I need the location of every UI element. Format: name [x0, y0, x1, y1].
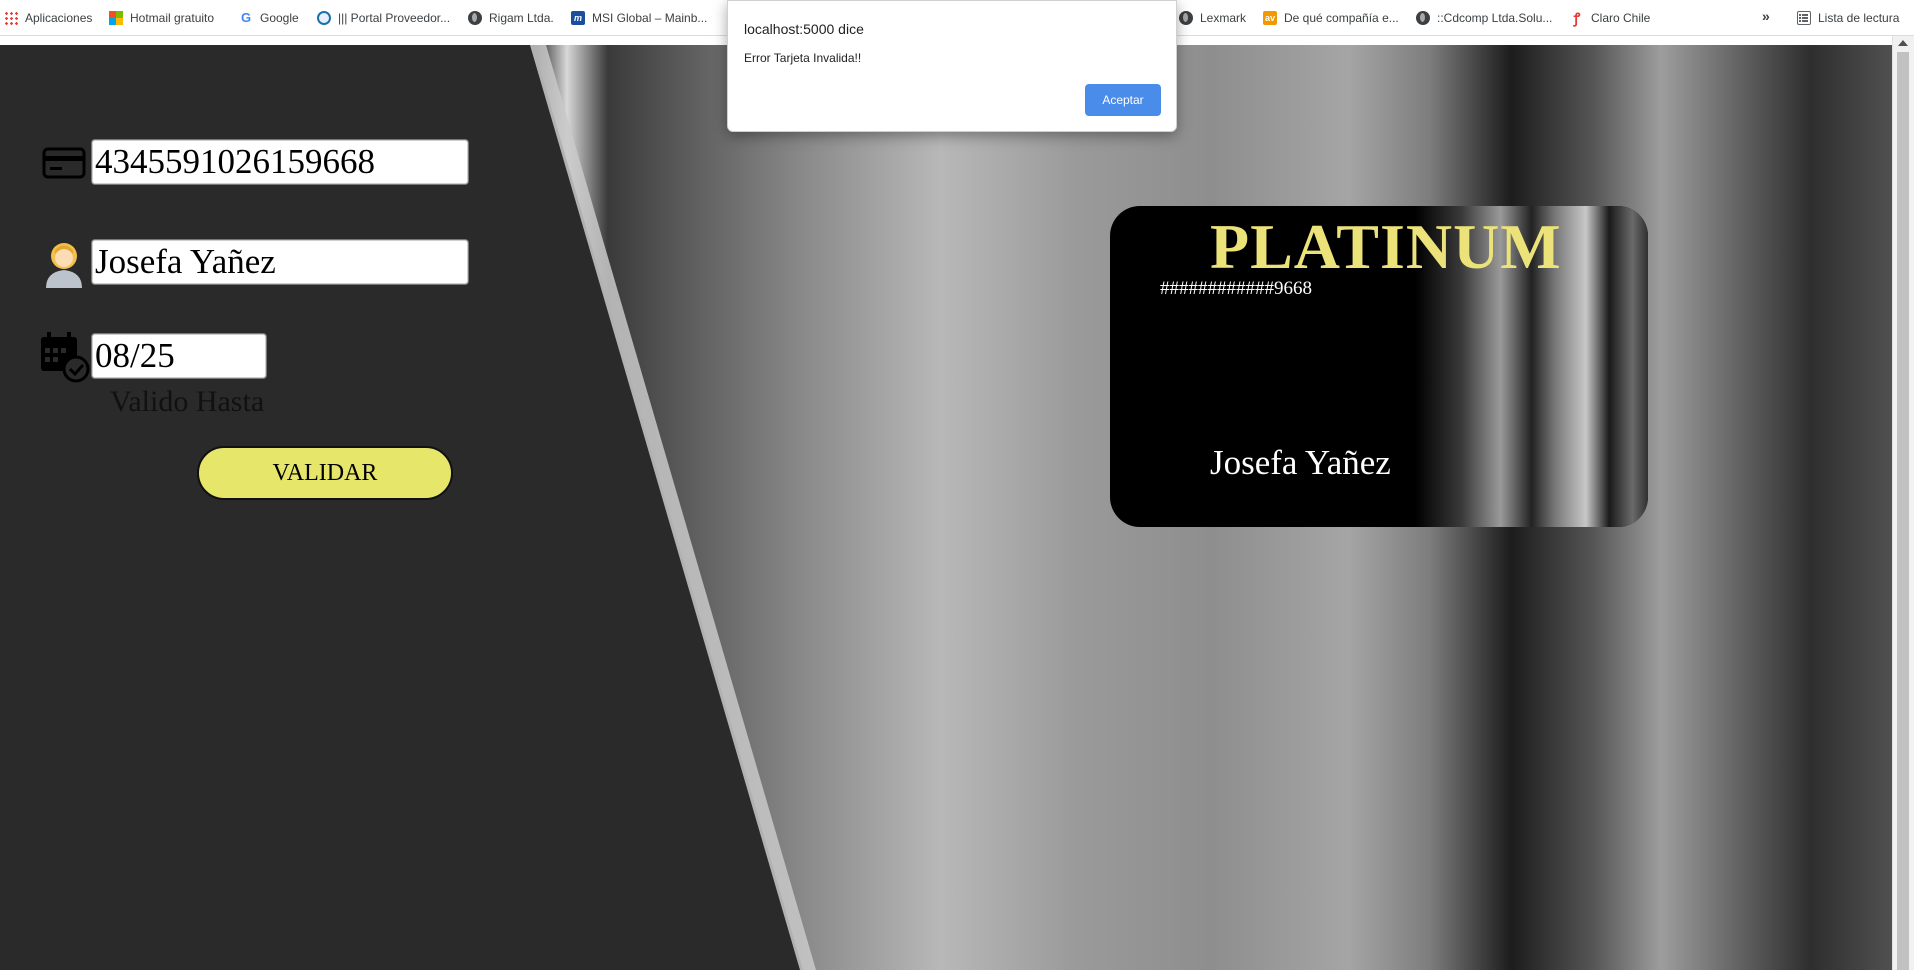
card-holder-name: Josefa Yañez — [1210, 443, 1391, 482]
bookmark-label: ::Cdcomp Ltda.Solu... — [1437, 11, 1553, 25]
bookmark-rigam[interactable]: Rigam Ltda. — [468, 9, 554, 27]
apps-grid-icon — [4, 11, 18, 25]
dialog-accept-button[interactable]: Aceptar — [1085, 84, 1161, 116]
card-preview: PLATINUM ############9668 Josefa Yañez — [1110, 206, 1648, 527]
validate-button[interactable]: VALIDAR — [197, 446, 453, 500]
dialog-message: Error Tarjeta Invalida!! — [744, 51, 862, 65]
bookmark-label: Hotmail gratuito — [130, 11, 215, 25]
globe-icon — [1416, 11, 1430, 25]
claro-icon: ꝭ — [1573, 10, 1581, 26]
google-icon: G — [240, 10, 252, 25]
bookmark-label: Google — [260, 11, 299, 25]
bookmark-de-que-compania[interactable]: av De qué compañía e... — [1263, 9, 1399, 27]
bookmarks-overflow-button[interactable]: » — [1762, 8, 1770, 24]
bookmark-label: Aplicaciones — [25, 11, 93, 25]
microsoft-icon — [109, 11, 123, 25]
dialog-title: localhost:5000 dice — [744, 21, 864, 37]
scrollbar-thumb[interactable] — [1897, 52, 1909, 970]
scroll-up-arrow-icon[interactable] — [1898, 40, 1908, 46]
expiry-date-input[interactable]: 08/25 — [91, 333, 267, 379]
bookmark-claro-chile[interactable]: ꝭ Claro Chile — [1570, 9, 1651, 27]
user-avatar-icon — [46, 243, 82, 288]
bookmark-label: Lexmark — [1200, 11, 1247, 25]
reading-list-button[interactable]: Lista de lectura — [1797, 9, 1899, 27]
bookmark-msi-global[interactable]: m MSI Global – Mainb... — [571, 9, 707, 27]
msi-icon: m — [571, 11, 585, 25]
bookmark-lexmark[interactable]: Lexmark — [1179, 9, 1246, 27]
calendar-check-icon — [41, 332, 90, 383]
bookmark-label: De qué compañía e... — [1284, 11, 1399, 25]
alert-dialog: localhost:5000 dice Error Tarjeta Invali… — [727, 0, 1177, 132]
credit-card-icon — [42, 147, 86, 179]
bookmark-cdcomp[interactable]: ::Cdcomp Ltda.Solu... — [1416, 9, 1552, 27]
reading-list-label: Lista de lectura — [1818, 11, 1900, 25]
bookmark-hotmail[interactable]: Hotmail gratuito — [109, 9, 214, 27]
globe-icon — [1179, 11, 1193, 25]
card-masked-number: ############9668 — [1160, 278, 1312, 299]
portal-icon — [317, 11, 331, 25]
bookmark-label: Claro Chile — [1591, 11, 1651, 25]
reading-list-icon — [1797, 11, 1811, 25]
av-icon: av — [1263, 11, 1277, 25]
holder-name-input[interactable]: Josefa Yañez — [91, 239, 469, 285]
bookmark-portal-proveedor[interactable]: ||| Portal Proveedor... — [317, 9, 450, 27]
globe-icon — [468, 11, 482, 25]
bookmark-label: MSI Global – Mainb... — [592, 11, 708, 25]
bookmark-aplicaciones[interactable]: Aplicaciones — [4, 9, 92, 27]
expiry-label: Valido Hasta — [110, 385, 265, 418]
bookmark-label: Rigam Ltda. — [489, 11, 554, 25]
page-content: 4345591026159668 Josefa Yañez 08/25 Vali… — [0, 45, 1892, 970]
card-tier-title: PLATINUM — [1210, 211, 1562, 282]
card-number-input[interactable]: 4345591026159668 — [91, 139, 469, 185]
bookmark-label: ||| Portal Proveedor... — [338, 11, 451, 25]
bookmark-google[interactable]: G Google — [239, 9, 299, 27]
